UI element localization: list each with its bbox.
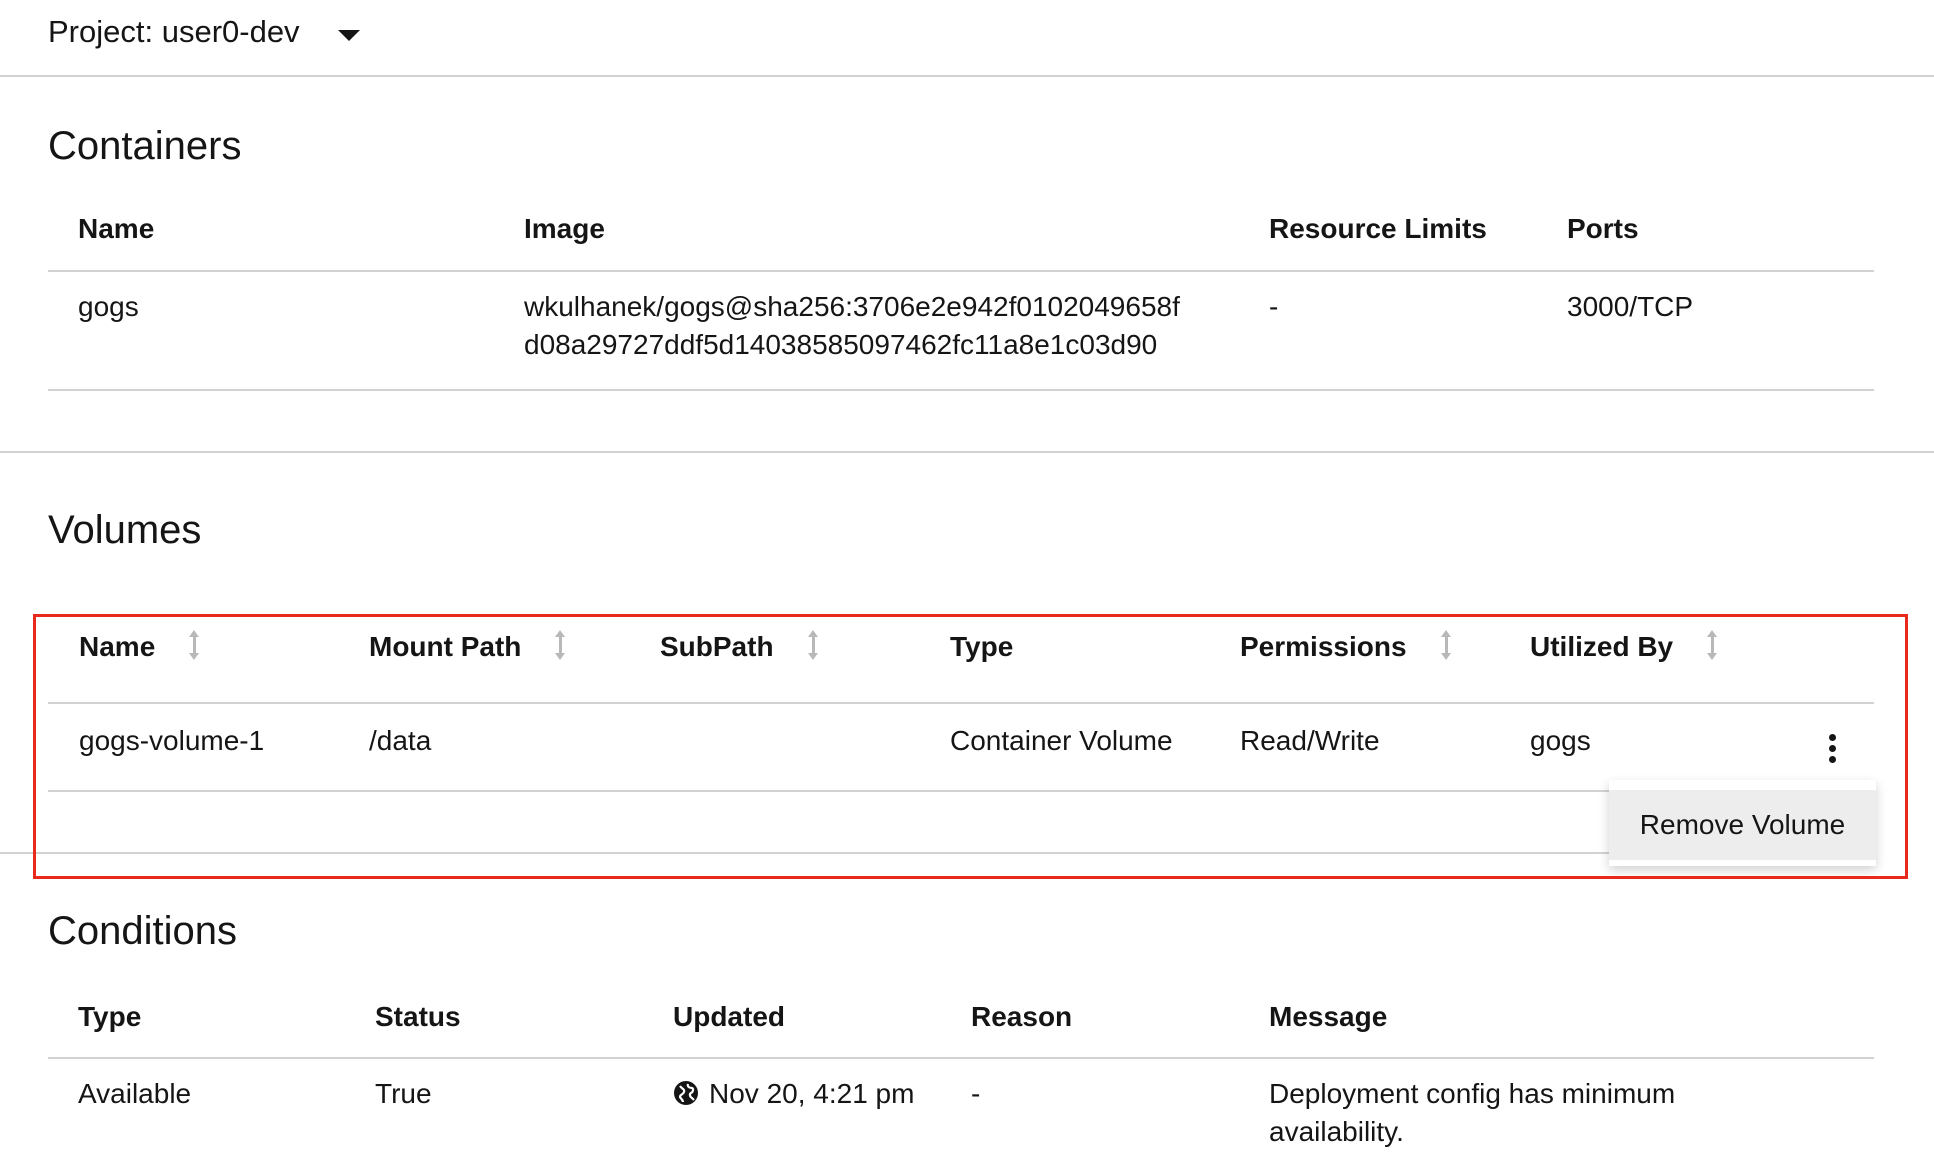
sort-icon [189,630,201,660]
volumes-section-title: Volumes [48,508,202,552]
condition-message-line: Deployment config has minimum [1269,1078,1676,1109]
table-row: Available True Nov 20, 4:21 pm - Deploym… [48,1059,1874,1169]
volume-name: gogs-volume-1 [79,725,265,756]
sort-icon [807,630,820,660]
container-resource-limits: - [1269,291,1279,322]
volume-type: Container Volume [950,725,1173,756]
table-row: gogs wkulhanek/gogs@sha256:3706e2e942f01… [48,272,1874,391]
project-label: Project: user0-dev [48,14,300,49]
container-image-line: wkulhanek/gogs@sha256:3706e2e942f0102049… [524,291,1180,322]
volume-mount-path: /data [369,725,432,756]
column-header-label: Name [79,631,156,662]
divider [0,451,1934,453]
condition-updated-text: Nov 20, 4:21 pm [709,1078,915,1109]
column-header-label: Mount Path [369,631,522,662]
containers-section-title: Containers [48,124,242,168]
divider [0,75,1934,77]
caret-down-icon [337,29,360,41]
sort-icon [555,630,567,660]
volume-actions-menu: Remove Volume [1609,780,1876,866]
column-header-status: Status [375,1001,461,1032]
container-image: wkulhanek/gogs@sha256:3706e2e942f0102049… [524,288,1180,364]
column-header-utilized-by[interactable]: Utilized By [1530,628,1719,666]
volumes-table-header: Name Mount Path SubPath Type Permissions… [48,622,1874,704]
condition-updated: Nov 20, 4:21 pm [673,1075,914,1113]
container-ports: 3000/TCP [1567,291,1694,322]
column-header-updated: Updated [673,1001,785,1032]
containers-table: Name Image Resource Limits Ports gogs wk… [48,204,1874,391]
volumes-table: Name Mount Path SubPath Type Permissions… [48,622,1874,792]
column-header-type: Type [950,631,1014,662]
condition-type: Available [78,1078,192,1109]
divider [0,852,1609,854]
column-header-ports: Ports [1567,213,1639,244]
column-header-image: Image [524,213,605,244]
column-header-reason: Reason [971,1001,1073,1032]
condition-status: True [375,1078,432,1109]
remove-volume-menu-item[interactable]: Remove Volume [1609,790,1876,860]
container-name: gogs [78,291,139,322]
conditions-table-header: Type Status Updated Reason Message [48,993,1874,1059]
conditions-table: Type Status Updated Reason Message Avail… [48,993,1874,1169]
containers-table-header: Name Image Resource Limits Ports [48,204,1874,272]
column-header-mount-path[interactable]: Mount Path [369,628,567,666]
volume-utilized-by: gogs [1530,725,1591,756]
column-header-message: Message [1269,1001,1388,1032]
column-header-name[interactable]: Name [79,628,201,666]
condition-reason: - [971,1078,981,1109]
column-header-type: Type [78,1001,142,1032]
column-header-subpath[interactable]: SubPath [660,628,820,666]
column-header-label: SubPath [660,631,774,662]
column-header-resource-limits: Resource Limits [1269,213,1487,244]
globe-icon [674,1081,698,1105]
sort-icon [1707,630,1719,660]
conditions-section-title: Conditions [48,909,238,953]
container-image-line: d08a29727ddf5d14038585097462fc11a8e1c03d… [524,329,1158,360]
table-row: gogs-volume-1 /data Container Volume Rea… [48,704,1874,792]
column-header-label: Utilized By [1530,631,1674,662]
kebab-icon[interactable] [1822,728,1842,768]
volume-permissions: Read/Write [1240,725,1380,756]
project-selector[interactable]: Project: user0-dev [48,8,360,56]
column-header-label: Permissions [1240,631,1407,662]
column-header-permissions[interactable]: Permissions [1240,628,1453,666]
sort-icon [1440,630,1453,660]
column-header-name: Name [78,213,155,244]
condition-message-line: availability. [1269,1116,1404,1147]
condition-message: Deployment config has minimum availabili… [1269,1075,1675,1151]
